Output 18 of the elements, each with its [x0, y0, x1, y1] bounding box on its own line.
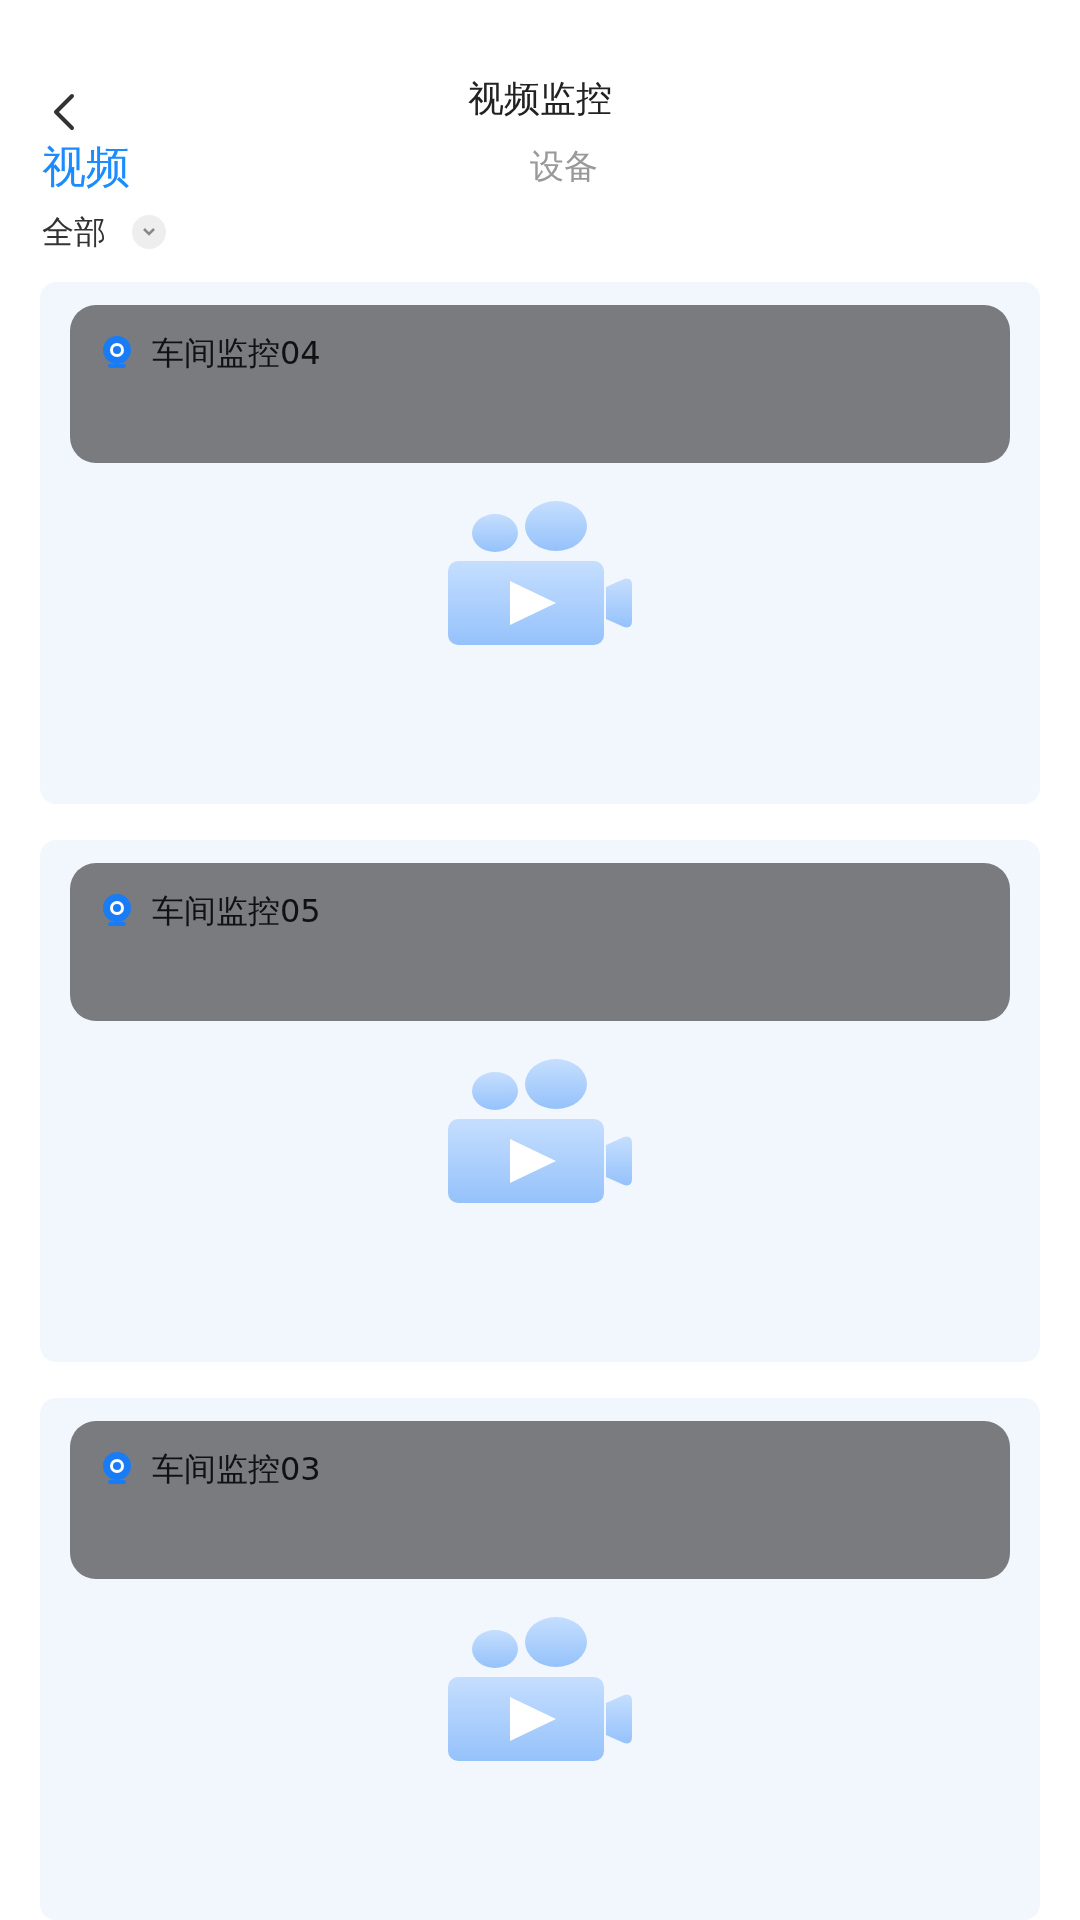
camera-name: 车间监控03 [152, 1451, 321, 1487]
video-camera-icon [448, 1059, 632, 1203]
video-card[interactable]: 车间监控05 [40, 840, 1040, 1362]
webcam-icon [100, 893, 134, 927]
dropdown-icon[interactable] [132, 215, 166, 250]
video-camera-icon [448, 501, 632, 645]
filter-label[interactable]: 全部 [42, 208, 106, 257]
camera-name: 车间监控05 [152, 893, 321, 929]
video-camera-icon [448, 1617, 632, 1761]
video-card[interactable]: 车间监控04 [40, 282, 1040, 804]
camera-name: 车间监控04 [152, 335, 321, 371]
back-icon [52, 91, 76, 132]
webcam-icon [100, 1451, 134, 1485]
video-card[interactable]: 车间监控03 [40, 1398, 1040, 1920]
tab[interactable]: 视频 [42, 133, 130, 200]
page-title: 视频监控 [468, 77, 612, 122]
tab[interactable]: 设备 [530, 141, 598, 193]
webcam-icon [100, 335, 134, 369]
